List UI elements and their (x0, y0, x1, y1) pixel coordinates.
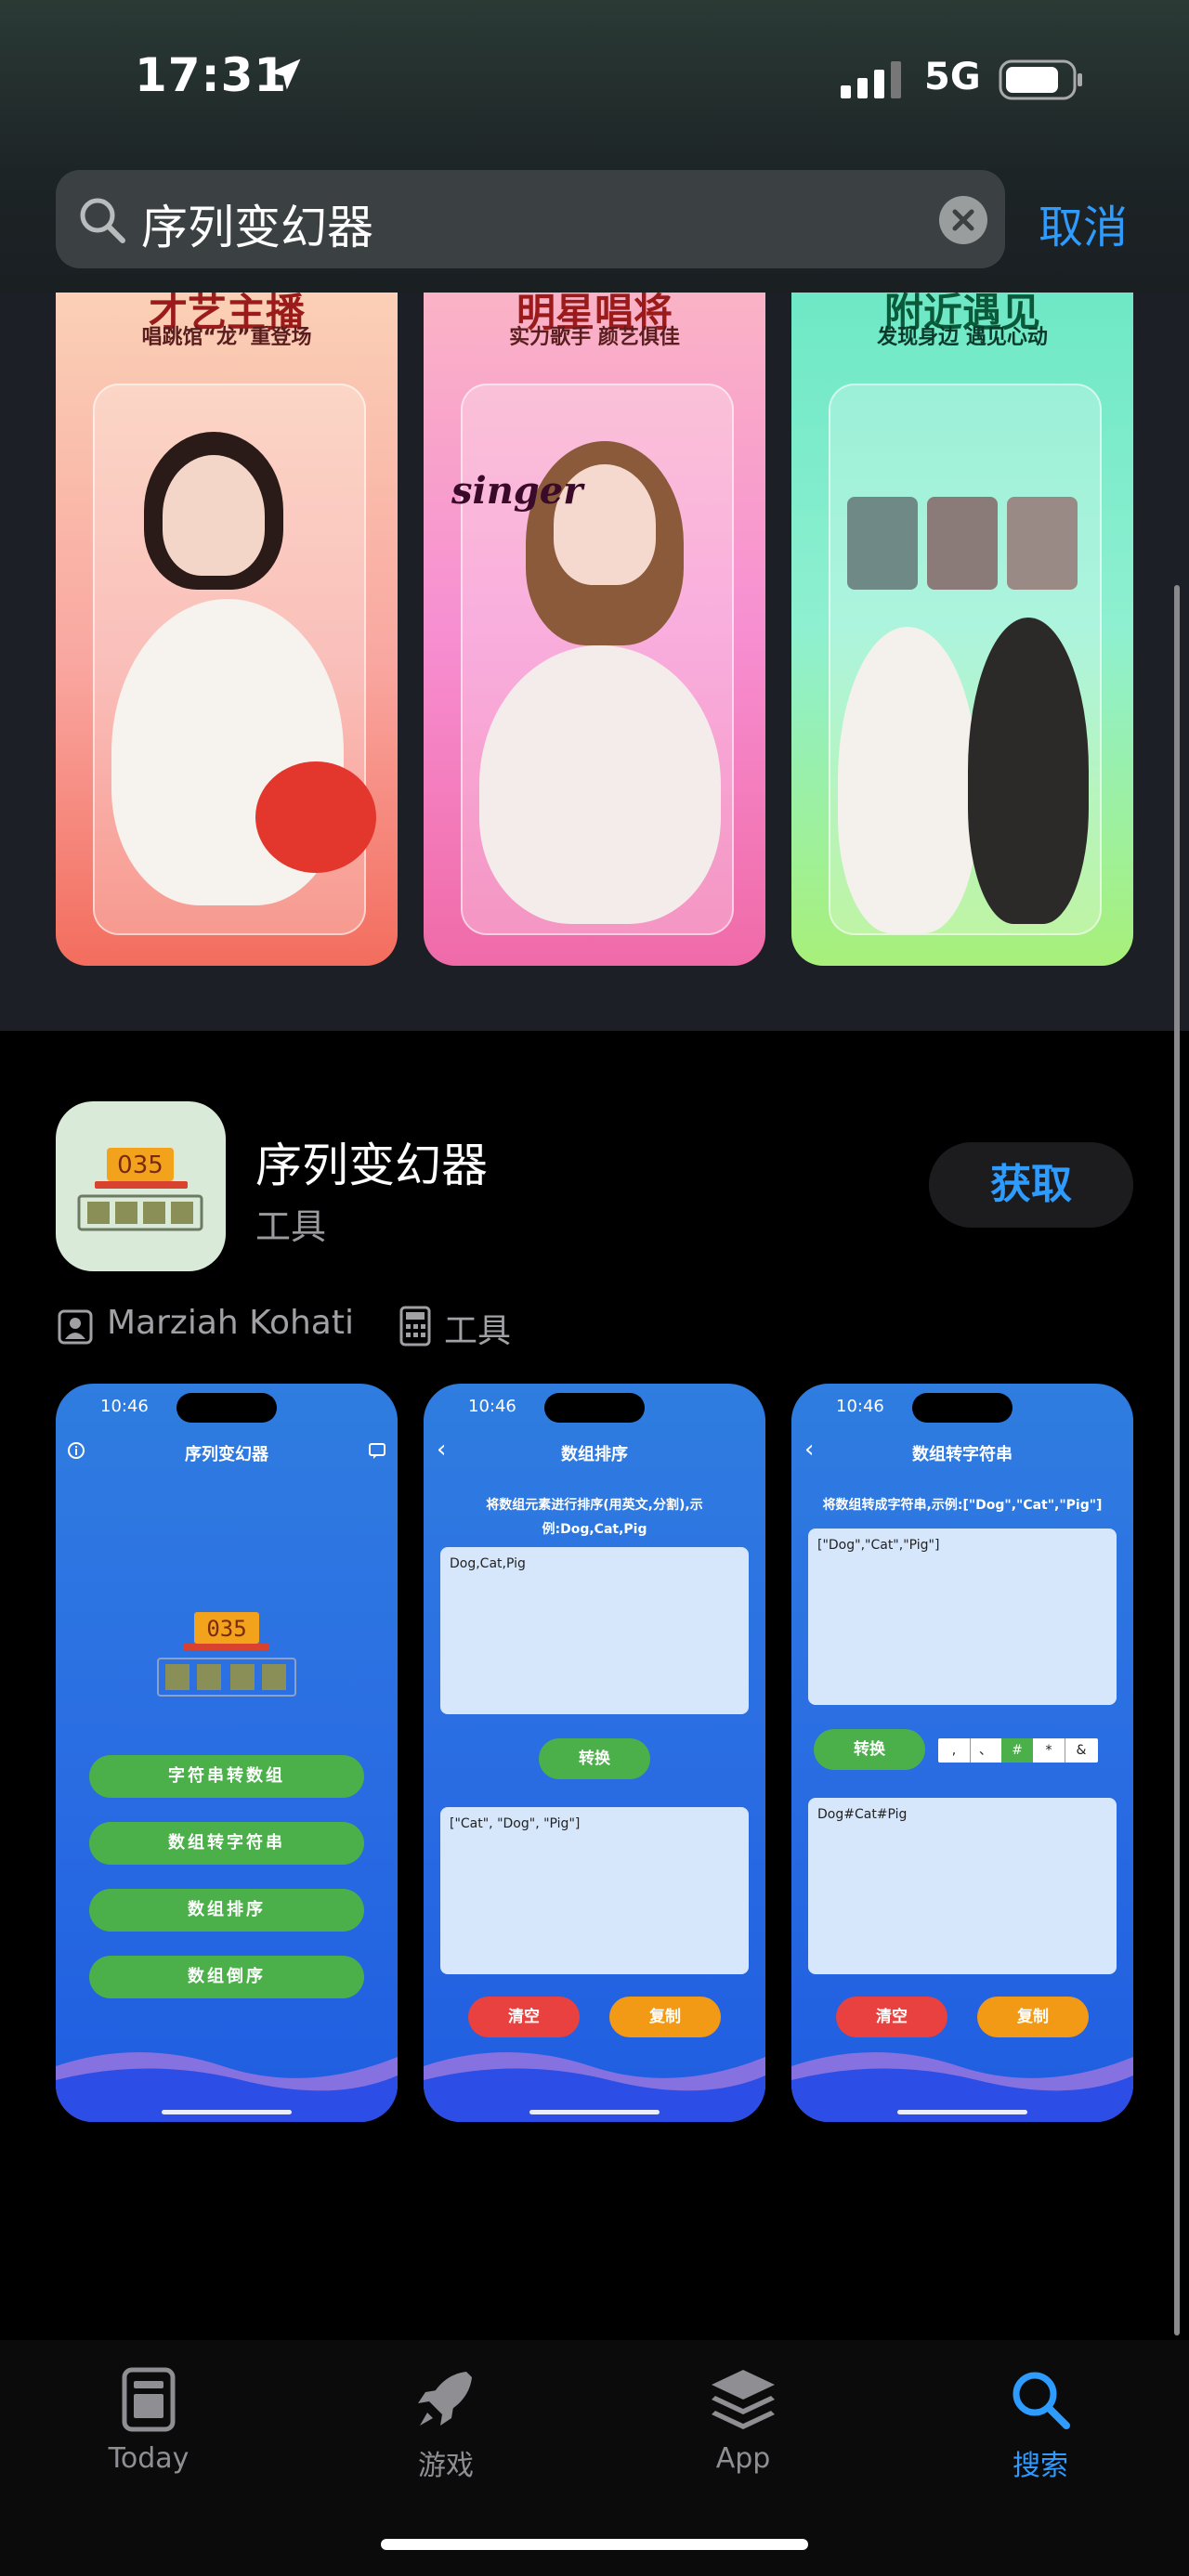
scrollbar[interactable] (1174, 585, 1180, 2335)
device-title: 数组转字符串 (912, 1445, 1013, 1464)
convert-button: 转换 (814, 1729, 925, 1770)
device-home-indicator (529, 2110, 660, 2114)
copy-button: 复制 (609, 1997, 721, 2037)
promo-subtitle: 发现身边 遇见心动 (877, 326, 1048, 349)
separator-option: * (1033, 1738, 1065, 1763)
today-icon (122, 2367, 176, 2432)
app-icon-counter: 035 (117, 1151, 163, 1179)
tab-label: Today (108, 2442, 189, 2475)
device-notch (544, 1393, 645, 1423)
separator-option: , (938, 1738, 971, 1763)
output-box: Dog#Cat#Pig (808, 1798, 1117, 1974)
location-arrow-icon (269, 59, 301, 90)
tab-search[interactable]: 搜索 (957, 2366, 1124, 2483)
tab-label: App (715, 2442, 771, 2475)
promo-subtitle: 实力歌手 颜艺俱佳 (509, 326, 680, 349)
array-sort-button: 数组排序 (89, 1889, 364, 1932)
clear-search-icon[interactable] (938, 195, 988, 245)
array-to-string-button: 数组转字符串 (89, 1822, 364, 1865)
app-icon-graphic: 035 (77, 1148, 203, 1231)
developer-name[interactable]: Marziah Kohati (107, 1304, 354, 1342)
rocket-icon (418, 2372, 472, 2426)
get-button[interactable]: 获取 (929, 1142, 1133, 1228)
host-face (163, 455, 265, 576)
couple-person-1 (838, 627, 977, 933)
separator-option: & (1076, 1743, 1087, 1758)
copy-button: 复制 (977, 1997, 1089, 2037)
tab-games[interactable]: 游戏 (362, 2366, 529, 2483)
array-reverse-button: 数组倒序 (89, 1956, 364, 1998)
nearby-photo (927, 497, 998, 590)
app-genre[interactable]: 工具 (444, 1304, 511, 1352)
battery-icon (999, 59, 1082, 100)
device-home-indicator (162, 2110, 292, 2114)
cellular-signal-icon (841, 61, 901, 98)
device-title: 数组排序 (561, 1445, 628, 1464)
promo-screenshot-3[interactable]: 附近遇见 发现身边 遇见心动 (791, 293, 1133, 966)
device-time: 10:46 (468, 1397, 516, 1416)
device-time: 10:46 (100, 1397, 149, 1416)
previous-result-screenshots: 才艺主播 唱跳馆“龙”重登场 明星唱将 实力歌手 颜艺俱佳 singer 附近遇… (0, 293, 1189, 1031)
separator-option-selected: # (1001, 1738, 1033, 1763)
search-field[interactable]: 序列变幻器 (56, 170, 1005, 268)
app-name[interactable]: 序列变幻器 (255, 1128, 488, 1195)
app-category: 工具 (255, 1206, 327, 1247)
tab-label: 搜索 (1013, 2450, 1068, 2482)
device-notch (912, 1393, 1013, 1423)
device-hint: 将数组元素进行排序(用英文,分割),示例:Dog,Cat,Pig (486, 1498, 703, 1537)
separator-options: , 、 # * & (938, 1738, 1098, 1763)
nearby-photo (847, 497, 918, 590)
layers-icon (712, 2370, 775, 2429)
string-to-array-button: 字符串转数组 (89, 1755, 364, 1798)
counter-text: 035 (206, 1616, 246, 1642)
clear-button: 清空 (468, 1997, 580, 2037)
search-query: 序列变幻器 (141, 201, 373, 254)
device-home-indicator (897, 2110, 1027, 2114)
device-hint: 将数组转成字符串,示例:["Dog","Cat","Pig"] (822, 1498, 1103, 1513)
cancel-button[interactable]: 取消 (1039, 190, 1128, 255)
tab-label: 游戏 (418, 2450, 474, 2482)
calculator-icon (399, 1306, 431, 1347)
convert-button: 转换 (539, 1738, 650, 1779)
tab-app[interactable]: App (660, 2366, 827, 2475)
network-type: 5G (924, 56, 981, 98)
promo-screenshot-2[interactable]: 明星唱将 实力歌手 颜艺俱佳 singer (424, 293, 765, 966)
search-icon (80, 198, 125, 243)
promo-subtitle: 唱跳馆“龙”重登场 (141, 326, 312, 349)
app-icon[interactable]: 035 (56, 1101, 226, 1271)
device-time: 10:46 (836, 1397, 884, 1416)
promo-screenshot-1[interactable]: 才艺主播 唱跳馆“龙”重登场 (56, 293, 398, 966)
app-screenshot-2[interactable]: 10:46 ‹ 数组排序 将数组元素进行排序(用英文,分割),示例:Dog,Ca… (424, 1384, 765, 2122)
separator-option: 、 (970, 1738, 1002, 1763)
app-screenshot-3[interactable]: 10:46 ‹ 数组转字符串 将数组转成字符串,示例:["Dog","Cat",… (791, 1384, 1133, 2122)
singer-dress (479, 645, 721, 924)
input-box: ["Dog","Cat","Pig"] (808, 1529, 1117, 1705)
app-screenshot-1[interactable]: 10:46 序列变幻器 035 字符串转数组 数组转字符串 数组排序 数组倒序 (56, 1384, 398, 2122)
singer-overlay-text: singer (451, 469, 583, 513)
tab-today[interactable]: Today (65, 2366, 232, 2475)
nearby-photo (1007, 497, 1078, 590)
search-icon (1013, 2372, 1070, 2429)
developer-icon (58, 1309, 93, 1345)
counter-graphic: 035 (157, 1612, 296, 1697)
top-bar: 17:31 5G 序列变幻器 取消 (0, 0, 1189, 293)
couple-person-2 (968, 618, 1089, 924)
dragon-mascot-icon (255, 761, 376, 873)
input-box: Dog,Cat,Pig (440, 1547, 749, 1714)
home-indicator (381, 2539, 808, 2550)
clear-button: 清空 (836, 1997, 947, 2037)
device-notch (176, 1393, 277, 1423)
output-box: ["Cat", "Dog", "Pig"] (440, 1807, 749, 1974)
device-title: 序列变幻器 (185, 1445, 268, 1464)
